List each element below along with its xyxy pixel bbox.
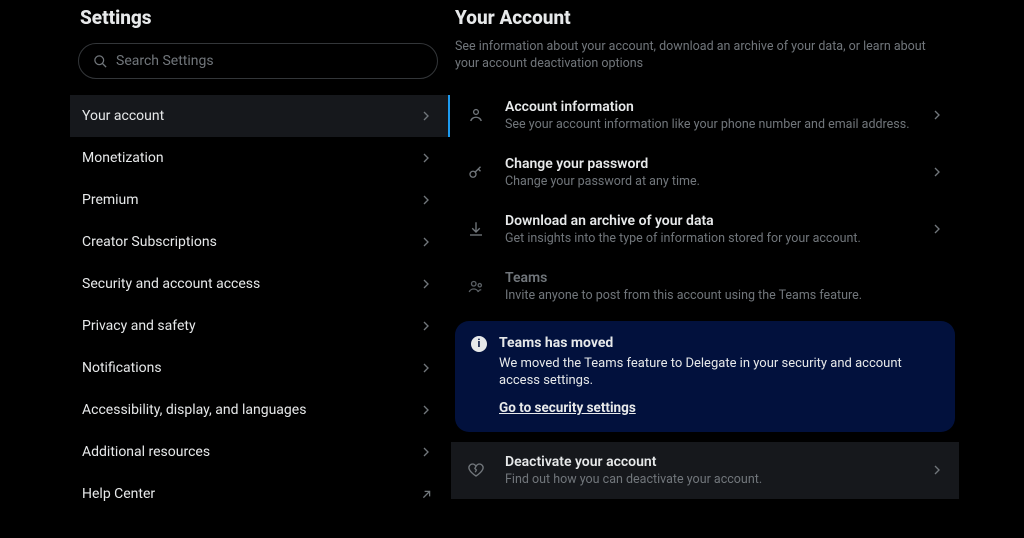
sidebar-item-label: Help Center [82,486,155,502]
option-download-archive[interactable]: Download an archive of your data Get ins… [451,201,959,258]
chevron-right-icon [418,360,434,376]
sidebar-item-privacy[interactable]: Privacy and safety [70,305,450,347]
chevron-right-icon [418,276,434,292]
chevron-right-icon [418,318,434,334]
option-text: Deactivate your account Find out how you… [505,454,911,487]
chevron-right-icon [929,107,945,123]
option-deactivate-account[interactable]: Deactivate your account Find out how you… [451,442,959,499]
key-icon [465,163,487,181]
sidebar-item-label: Premium [82,192,139,208]
option-subtitle: See your account information like your p… [505,117,911,132]
chevron-right-icon [418,192,434,208]
download-icon [465,220,487,238]
chevron-right-icon [418,234,434,250]
search-input[interactable]: Search Settings [78,43,438,79]
chevron-right-icon [929,221,945,237]
external-link-icon [419,487,434,502]
sidebar-item-label: Notifications [82,360,162,376]
chevron-right-icon [929,164,945,180]
option-title: Change your password [505,156,911,172]
sidebar-item-notifications[interactable]: Notifications [70,347,450,389]
option-text: Change your password Change your passwor… [505,156,911,189]
sidebar-item-label: Security and account access [82,276,260,292]
main-panel: Your Account See information about your … [450,0,1024,538]
settings-sidebar: Settings Search Settings Your account Mo… [0,0,450,538]
heartbreak-icon [465,461,487,479]
option-change-password[interactable]: Change your password Change your passwor… [451,144,959,201]
notice-link[interactable]: Go to security settings [499,400,636,416]
page-title: Your Account [451,4,959,39]
person-icon [465,106,487,124]
option-text: Teams Invite anyone to post from this ac… [505,270,945,303]
people-icon [465,277,487,295]
search-container: Search Settings [70,37,450,89]
option-subtitle: Change your password at any time. [505,174,911,189]
chevron-right-icon [418,108,434,124]
option-title: Download an archive of your data [505,213,911,229]
option-title: Teams [505,270,945,286]
sidebar-item-label: Privacy and safety [82,318,196,334]
sidebar-title: Settings [70,4,450,37]
info-icon: i [471,336,487,352]
teams-moved-notice: i Teams has moved We moved the Teams fea… [455,321,955,432]
option-title: Account information [505,99,911,115]
sidebar-item-your-account[interactable]: Your account [70,95,450,137]
option-text: Download an archive of your data Get ins… [505,213,911,246]
chevron-right-icon [418,150,434,166]
option-subtitle: Invite anyone to post from this account … [505,288,945,303]
sidebar-item-monetization[interactable]: Monetization [70,137,450,179]
chevron-right-icon [418,444,434,460]
search-icon [93,54,108,69]
option-title: Deactivate your account [505,454,911,470]
chevron-right-icon [418,402,434,418]
option-text: Account information See your account inf… [505,99,911,132]
search-placeholder: Search Settings [116,53,214,69]
sidebar-item-creator-subscriptions[interactable]: Creator Subscriptions [70,221,450,263]
chevron-right-icon [929,462,945,478]
notice-body: We moved the Teams feature to Delegate i… [499,355,939,390]
option-subtitle: Find out how you can deactivate your acc… [505,472,911,487]
sidebar-item-premium[interactable]: Premium [70,179,450,221]
sidebar-item-label: Creator Subscriptions [82,234,217,250]
option-account-information[interactable]: Account information See your account inf… [451,87,959,144]
sidebar-item-accessibility[interactable]: Accessibility, display, and languages [70,389,450,431]
notice-content: Teams has moved We moved the Teams featu… [499,335,939,416]
sidebar-item-label: Additional resources [82,444,210,460]
sidebar-item-label: Monetization [82,150,164,166]
sidebar-item-security[interactable]: Security and account access [70,263,450,305]
option-teams[interactable]: Teams Invite anyone to post from this ac… [451,258,959,315]
sidebar-item-label: Accessibility, display, and languages [82,402,306,418]
page-description: See information about your account, down… [451,39,959,87]
sidebar-item-additional-resources[interactable]: Additional resources [70,431,450,473]
sidebar-item-label: Your account [82,108,164,124]
notice-title: Teams has moved [499,335,939,351]
sidebar-item-help-center[interactable]: Help Center [70,473,450,515]
option-subtitle: Get insights into the type of informatio… [505,231,911,246]
sidebar-menu: Your account Monetization Premium Creato… [70,95,450,515]
